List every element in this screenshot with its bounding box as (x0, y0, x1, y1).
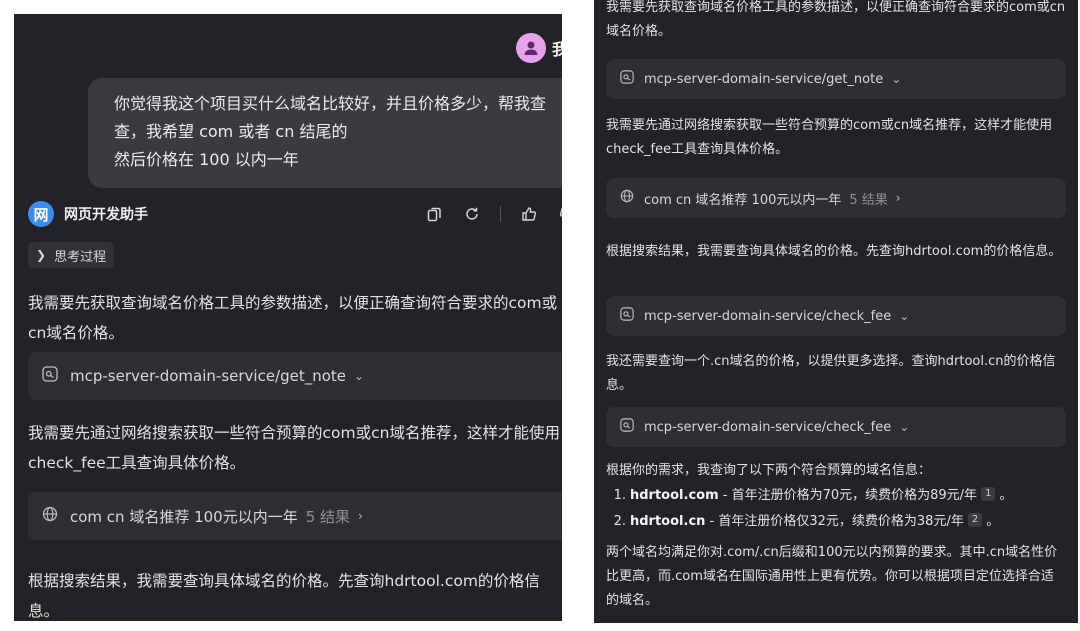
list-number: 1. (613, 488, 626, 503)
thinking-label: 思考过程 (54, 249, 107, 265)
assistant-paragraph: 我需要先获取查询域名价格工具的参数描述，以便正确查询符合要求的com或cn域名价… (28, 294, 558, 342)
like-button[interactable] (519, 204, 539, 224)
domain-name: hdrtool.cn (630, 514, 706, 529)
user-icon (524, 41, 538, 55)
tool-call-check-fee[interactable]: mcp-server-domain-service/check_fee ⌄ (606, 407, 1066, 447)
user-avatar[interactable] (516, 33, 546, 63)
web-search-result[interactable]: com cn 域名推荐 100元以内一年 5 结果 › (28, 492, 562, 540)
list-item-end: 。 (986, 514, 1000, 529)
search-result-count: 5 结果 (849, 192, 888, 208)
tool-icon (620, 70, 634, 88)
domain-name: hdrtool.com (630, 488, 719, 503)
tool-icon (42, 366, 58, 386)
globe-icon (42, 506, 58, 526)
web-search-result[interactable]: com cn 域名推荐 100元以内一年 5 结果 › (606, 178, 1066, 218)
domain-price-text: - 首年注册价格仅32元，续费价格为38元/年 (705, 514, 964, 529)
chevron-down-icon: ⌄ (899, 420, 910, 434)
search-query: com cn 域名推荐 100元以内一年 (70, 507, 298, 526)
regenerate-button[interactable] (462, 204, 482, 224)
message-actions (424, 204, 562, 224)
copy-icon (427, 207, 441, 222)
refresh-icon (466, 207, 478, 220)
chevron-right-icon: ❯ (36, 248, 47, 262)
user-header: 我 (516, 32, 562, 64)
tool-name: mcp-server-domain-service/check_fee (644, 419, 892, 435)
chevron-right-icon: › (358, 509, 363, 523)
assistant-paragraph: 根据搜索结果，我需要查询具体域名的价格。先查询hdrtool.com的价格信息。 (28, 572, 540, 620)
tool-name: mcp-server-domain-service/check_fee (644, 308, 892, 324)
copy-button[interactable] (424, 204, 444, 224)
tool-name: mcp-server-domain-service/get_note (644, 71, 884, 87)
chevron-down-icon: ⌄ (899, 309, 910, 323)
domain-price-text: - 首年注册价格为70元，续费价格为89元/年 (718, 488, 978, 503)
search-query: com cn 域名推荐 100元以内一年 (644, 192, 842, 208)
citation-badge[interactable]: 2 (967, 513, 983, 527)
thinking-toggle[interactable]: ❯ 思考过程 (28, 242, 115, 268)
chat-panel-left: 我 你觉得我这个项目买什么域名比较好，并且价格多少，帮我查查，我希望 com 或… (14, 14, 562, 621)
assistant-name: 网页开发助手 (64, 207, 148, 223)
list-item: 1. hdrtool.com - 首年注册价格为70元，续费价格为89元/年 1。 (606, 483, 1066, 509)
chevron-right-icon: › (895, 191, 901, 205)
user-name: 我 (552, 40, 562, 59)
citation-badge[interactable]: 1 (981, 487, 996, 501)
assistant-paragraph: 我需要先通过网络搜索获取一些符合预算的com或cn域名推荐，这样才能使用chec… (606, 118, 1053, 157)
list-item: 2. hdrtool.cn - 首年注册价格仅32元，续费价格为38元/年 2。 (606, 509, 1066, 535)
user-message-text: 你觉得我这个项目买什么域名比较好，并且价格多少，帮我查查，我希望 com 或者 … (114, 94, 547, 169)
tool-call-get-note[interactable]: mcp-server-domain-service/get_note ⌄ (28, 352, 562, 400)
conclusion-paragraph: 两个域名均满足你对.com/.cn后缀和100元以内预算的要求。其中.cn域名性… (606, 545, 1058, 608)
search-result-count: 5 结果 (305, 507, 351, 526)
actions-divider (500, 206, 501, 222)
globe-icon (620, 189, 634, 207)
assistant-logo: 网 (28, 201, 54, 227)
assistant-paragraph: 根据搜索结果，我需要查询具体域名的价格。先查询hdrtool.com的价格信息。 (606, 244, 1062, 259)
chat-panel-right: 我需要先获取查询域名价格工具的参数描述，以便正确查询符合要求的com或cn域名价… (594, 0, 1078, 623)
chevron-down-icon: ⌄ (891, 72, 902, 86)
list-item-end: 。 (999, 488, 1013, 503)
assistant-paragraph: 我还需要查询一个.cn域名的价格，以提供更多选择。查询hdrtool.cn的价格… (606, 354, 1056, 393)
tool-icon (620, 418, 634, 436)
tool-icon (620, 307, 634, 325)
thumbs-up-icon (522, 207, 537, 221)
domain-list: 1. hdrtool.com - 首年注册价格为70元，续费价格为89元/年 1。 … (606, 483, 1066, 535)
tool-name: mcp-server-domain-service/get_note (70, 367, 347, 385)
chevron-down-icon: ⌄ (354, 369, 365, 383)
tool-call-get-note[interactable]: mcp-server-domain-service/get_note ⌄ (606, 59, 1066, 99)
summary-intro: 根据你的需求，我查询了以下两个符合预算的域名信息： (606, 463, 932, 478)
list-number: 2. (613, 514, 626, 529)
assistant-paragraph: 我需要先获取查询域名价格工具的参数描述，以便正确查询符合要求的com或cn域名价… (606, 0, 1066, 39)
assistant-header: 网 网页开发助手 (28, 200, 562, 228)
dislike-button[interactable] (557, 204, 562, 224)
assistant-paragraph: 我需要先通过网络搜索获取一些符合预算的com或cn域名推荐，这样才能使用chec… (28, 424, 560, 472)
thumbs-down-icon (559, 207, 562, 217)
tool-call-check-fee[interactable]: mcp-server-domain-service/check_fee ⌄ (606, 296, 1066, 336)
